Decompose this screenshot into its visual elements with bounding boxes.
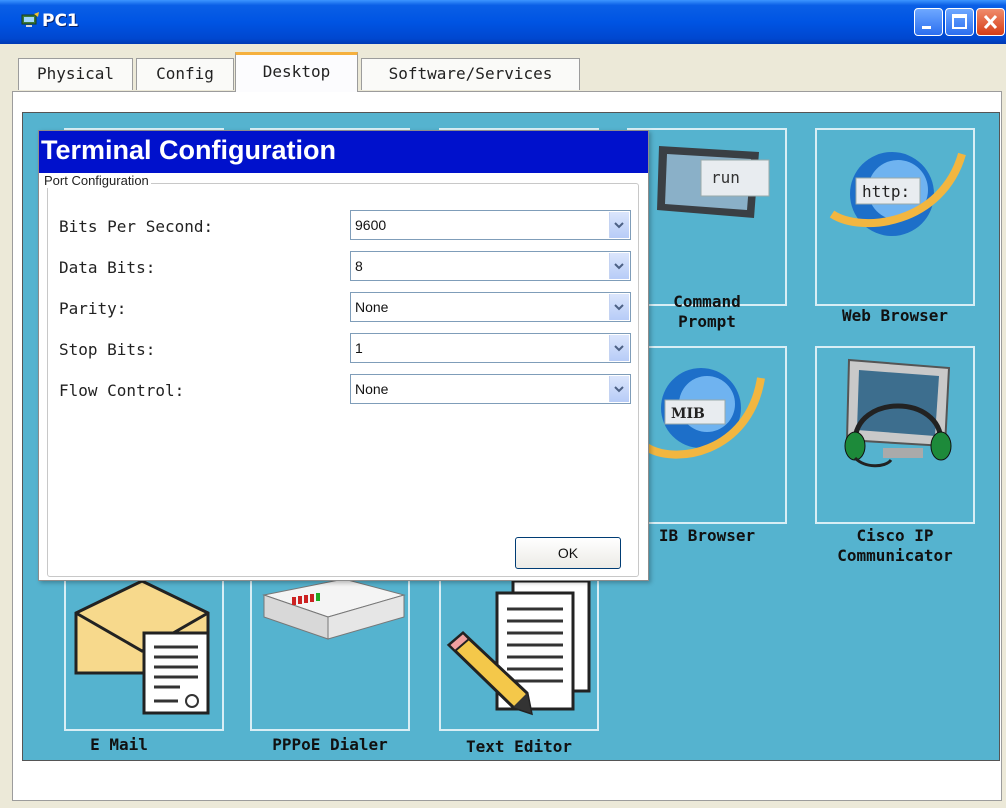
text-editor-label[interactable]: Text Editor xyxy=(439,737,599,757)
app-tile-web-browser[interactable]: http: xyxy=(815,128,975,306)
command-prompt-label-line1: Command xyxy=(673,292,741,311)
tab-config[interactable]: Config xyxy=(136,58,234,90)
web-browser-label[interactable]: Web Browser xyxy=(806,306,984,326)
chevron-down-icon[interactable] xyxy=(609,253,629,279)
tab-physical[interactable]: Physical xyxy=(18,58,133,90)
text-editor-icon xyxy=(446,579,591,716)
email-icon xyxy=(74,579,210,715)
ok-button[interactable]: OK xyxy=(515,537,621,569)
web-browser-icon: http: xyxy=(829,152,966,236)
tab-software-services[interactable]: Software/Services xyxy=(361,58,580,90)
chevron-down-icon[interactable] xyxy=(609,376,629,402)
bits-per-second-label: Bits Per Second: xyxy=(59,217,214,236)
cisco-ip-communicator-label[interactable]: Cisco IP Communicator xyxy=(806,526,984,566)
app-tile-mib-browser[interactable]: MIB xyxy=(627,346,787,524)
email-label[interactable]: E Mail xyxy=(64,735,174,755)
cisco-ip-label-line1: Cisco IP xyxy=(856,526,934,545)
cisco-ip-label-line2: Communicator xyxy=(837,546,953,565)
parity-select[interactable]: None xyxy=(350,292,631,322)
close-button[interactable] xyxy=(976,8,1005,36)
app-tile-command-prompt[interactable]: run xyxy=(627,128,787,306)
bits-per-second-value: 9600 xyxy=(355,217,387,233)
flow-control-label: Flow Control: xyxy=(59,381,185,400)
parity-label: Parity: xyxy=(59,299,127,318)
minimize-button[interactable] xyxy=(914,8,943,36)
mib-browser-label[interactable]: IB Browser xyxy=(627,526,787,546)
mib-browser-icon-text: MIB xyxy=(671,406,705,422)
pc-icon xyxy=(20,12,40,30)
flow-control-value: None xyxy=(355,381,389,397)
command-prompt-label-line2: Prompt xyxy=(678,312,736,331)
command-prompt-label[interactable]: Command Prompt xyxy=(627,292,787,332)
parity-value: None xyxy=(355,299,389,315)
bits-per-second-select[interactable]: 9600 xyxy=(350,210,631,240)
dialog-title: Terminal Configuration xyxy=(41,135,336,165)
web-browser-icon-text: http: xyxy=(862,182,910,201)
chevron-down-icon[interactable] xyxy=(609,335,629,361)
command-prompt-icon-text: run xyxy=(711,168,740,187)
terminal-configuration-dialog: Terminal Configuration Port Configuratio… xyxy=(38,130,649,581)
chevron-down-icon[interactable] xyxy=(609,294,629,320)
window-title: PC1 xyxy=(42,11,79,31)
data-bits-label: Data Bits: xyxy=(59,258,156,277)
stop-bits-value: 1 xyxy=(355,340,363,356)
data-bits-value: 8 xyxy=(355,258,363,274)
port-configuration-legend: Port Configuration xyxy=(42,173,151,188)
flow-control-select[interactable]: None xyxy=(350,374,631,404)
data-bits-select[interactable]: 8 xyxy=(350,251,631,281)
stop-bits-label: Stop Bits: xyxy=(59,340,156,359)
mib-browser-icon: MIB xyxy=(642,368,765,459)
pppoe-dialer-icon xyxy=(262,578,406,640)
tab-desktop[interactable]: Desktop xyxy=(235,52,358,92)
pc1-window: PC1 Physical Config Desktop Software/Ser… xyxy=(0,0,1006,808)
cisco-ip-communicator-icon xyxy=(844,358,952,468)
window-titlebar[interactable]: PC1 xyxy=(0,0,1006,44)
pppoe-dialer-label[interactable]: PPPoE Dialer xyxy=(250,735,410,755)
command-prompt-icon: run xyxy=(657,146,770,218)
stop-bits-select[interactable]: 1 xyxy=(350,333,631,363)
maximize-button[interactable] xyxy=(945,8,974,36)
app-tile-cisco-ip-communicator[interactable] xyxy=(815,346,975,524)
chevron-down-icon[interactable] xyxy=(609,212,629,238)
dialog-titlebar[interactable]: Terminal Configuration xyxy=(39,131,648,173)
